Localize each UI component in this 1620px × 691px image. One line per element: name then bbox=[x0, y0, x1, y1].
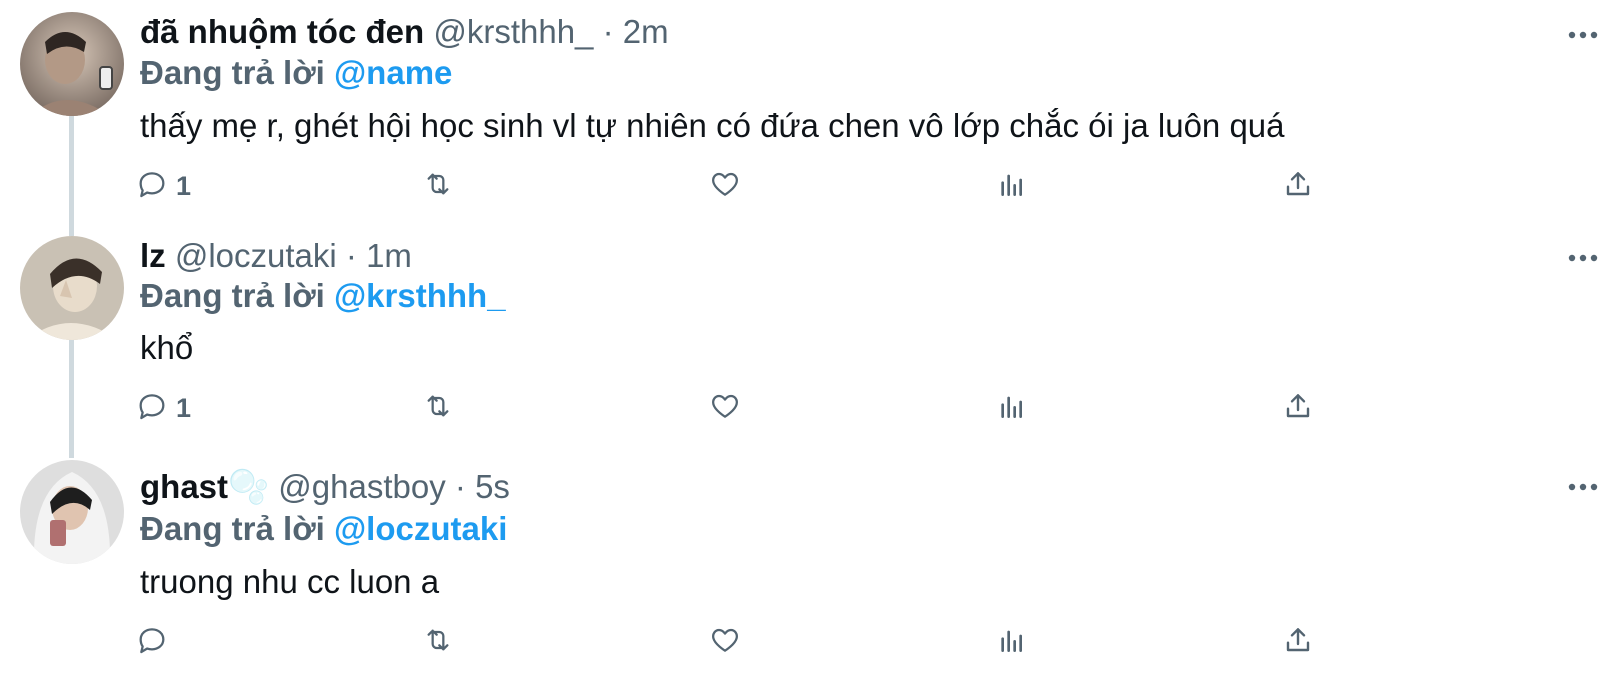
like-button[interactable] bbox=[709, 169, 741, 203]
like-icon bbox=[709, 390, 741, 427]
views-button[interactable] bbox=[996, 169, 1028, 203]
separator-dot: · bbox=[345, 237, 357, 274]
views-icon bbox=[996, 168, 1028, 205]
tweet-header: đã nhuộm tóc đen @krsthhh_ · 2m bbox=[140, 12, 669, 52]
avatar[interactable] bbox=[20, 236, 124, 340]
reply-icon bbox=[136, 624, 168, 661]
reply-icon bbox=[136, 168, 168, 205]
tweet-text: thấy mẹ r, ghét hội học sinh vl tự nhiên… bbox=[140, 107, 1285, 144]
replying-prefix: Đang trả lời bbox=[140, 277, 325, 314]
tweet[interactable]: ghast🫧 @ghastboy · 5s Đang trả lời @locz… bbox=[0, 460, 1620, 691]
retweet-icon bbox=[422, 624, 454, 661]
retweet-icon bbox=[422, 390, 454, 427]
replying-to: Đang trả lời @name bbox=[140, 53, 452, 93]
share-icon bbox=[1282, 168, 1314, 205]
like-icon bbox=[709, 624, 741, 661]
display-name[interactable]: ghast bbox=[140, 468, 228, 505]
tweet[interactable]: đã nhuộm tóc đen @krsthhh_ · 2m Đang trả… bbox=[0, 0, 1620, 230]
reply-count: 1 bbox=[176, 170, 192, 201]
timestamp[interactable]: 2m bbox=[623, 13, 669, 50]
tweet-header: ghast🫧 @ghastboy · 5s bbox=[140, 467, 510, 507]
retweet-button[interactable] bbox=[422, 391, 454, 425]
replying-prefix: Đang trả lời bbox=[140, 54, 325, 91]
tweet[interactable]: lz @loczutaki · 1m Đang trả lời @krsthhh… bbox=[0, 230, 1620, 460]
more-icon[interactable] bbox=[1568, 479, 1598, 491]
like-button[interactable] bbox=[709, 625, 741, 659]
views-icon bbox=[996, 624, 1028, 661]
reply-icon bbox=[136, 390, 168, 427]
share-icon bbox=[1282, 624, 1314, 661]
bubbles-emoji: 🫧 bbox=[228, 468, 270, 505]
tweet-header: lz @loczutaki · 1m bbox=[140, 236, 412, 276]
replying-to: Đang trả lời @loczutaki bbox=[140, 509, 507, 549]
separator-dot: · bbox=[602, 13, 614, 50]
avatar[interactable] bbox=[20, 12, 124, 116]
views-icon bbox=[996, 390, 1028, 427]
avatar[interactable] bbox=[20, 460, 124, 564]
mention-link[interactable]: @krsthhh_ bbox=[334, 277, 506, 314]
like-button[interactable] bbox=[709, 391, 741, 425]
user-handle[interactable]: @loczutaki bbox=[175, 237, 337, 274]
reply-button[interactable] bbox=[136, 625, 176, 659]
reply-button[interactable]: 1 bbox=[136, 169, 191, 203]
replying-prefix: Đang trả lời bbox=[140, 510, 325, 547]
like-icon bbox=[709, 168, 741, 205]
timestamp[interactable]: 5s bbox=[475, 468, 510, 505]
retweet-button[interactable] bbox=[422, 169, 454, 203]
more-icon[interactable] bbox=[1568, 250, 1598, 262]
separator-dot: · bbox=[454, 468, 466, 505]
mention-link[interactable]: @loczutaki bbox=[334, 510, 507, 547]
views-button[interactable] bbox=[996, 391, 1028, 425]
user-handle[interactable]: @ghastboy bbox=[278, 468, 445, 505]
retweet-button[interactable] bbox=[422, 625, 454, 659]
share-button[interactable] bbox=[1282, 625, 1314, 659]
display-name[interactable]: đã nhuộm tóc đen bbox=[140, 13, 424, 50]
more-icon[interactable] bbox=[1568, 27, 1598, 39]
tweet-text: truong nhu cc luon a bbox=[140, 563, 440, 600]
timestamp[interactable]: 1m bbox=[366, 237, 412, 274]
views-button[interactable] bbox=[996, 625, 1028, 659]
retweet-icon bbox=[422, 168, 454, 205]
replying-to: Đang trả lời @krsthhh_ bbox=[140, 276, 506, 316]
tweet-text: khổ bbox=[140, 329, 194, 366]
share-icon bbox=[1282, 390, 1314, 427]
display-name[interactable]: lz bbox=[140, 237, 166, 274]
share-button[interactable] bbox=[1282, 391, 1314, 425]
mention-link[interactable]: @name bbox=[334, 54, 452, 91]
user-handle[interactable]: @krsthhh_ bbox=[433, 13, 593, 50]
reply-button[interactable]: 1 bbox=[136, 391, 191, 425]
share-button[interactable] bbox=[1282, 169, 1314, 203]
reply-count: 1 bbox=[176, 392, 192, 423]
